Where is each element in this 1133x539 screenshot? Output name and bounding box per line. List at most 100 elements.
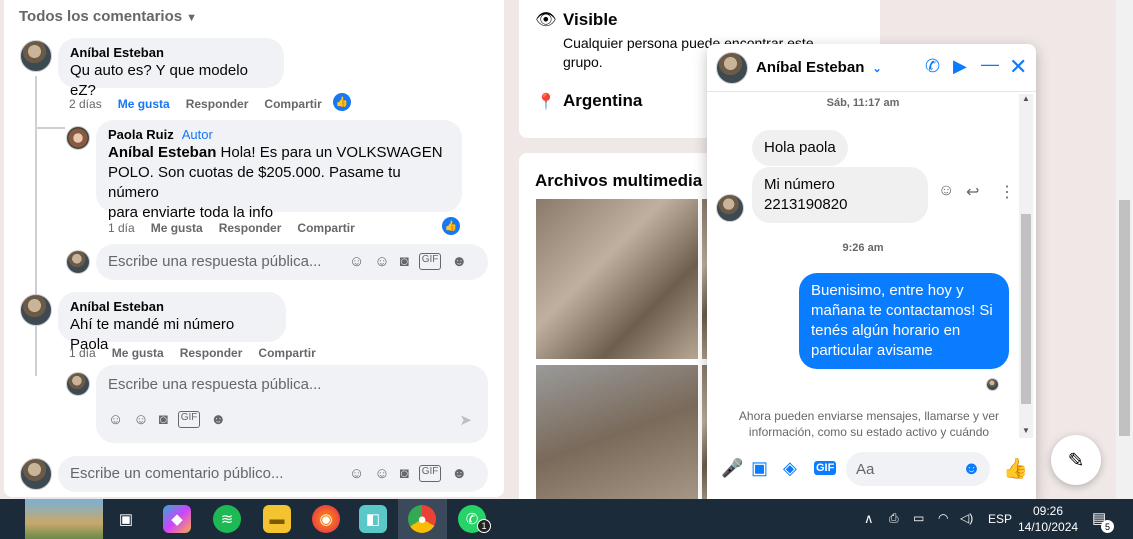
phone-call-icon[interactable]: ✆ — [925, 56, 940, 77]
avatar-sticker-icon[interactable]: ☺ — [349, 465, 364, 482]
sticker-icon[interactable]: ◈ — [783, 458, 797, 479]
video-call-icon[interactable]: ▶ — [953, 56, 967, 77]
volume-icon[interactable]: ◁) — [960, 511, 973, 525]
task-view-icon[interactable]: ▣ — [112, 505, 140, 533]
chrome-icon[interactable]: ● — [408, 505, 436, 533]
chevron-down-icon: ⌄ — [872, 63, 882, 75]
comment-author[interactable]: Paola Ruiz — [108, 127, 174, 142]
minimize-icon[interactable]: — — [981, 54, 999, 75]
wifi-icon[interactable]: ◠ — [938, 511, 948, 525]
scrollbar-thumb[interactable] — [1021, 214, 1031, 404]
eye-icon: 👁 — [535, 10, 557, 29]
emoji-icon[interactable]: ☺ — [374, 465, 389, 482]
reply-placeholder: Escribe una respuesta pública... — [108, 253, 322, 270]
reply-button[interactable]: Responder — [180, 346, 243, 360]
share-button[interactable]: Compartir — [264, 97, 321, 111]
notice-line: Ahora pueden enviarse mensajes, llamarse… — [738, 409, 1000, 423]
spotify-icon[interactable]: ≋ — [213, 505, 241, 533]
language-indicator[interactable]: ESP — [988, 512, 1012, 526]
incoming-message[interactable]: Hola paola — [752, 130, 848, 166]
message-line: Mi número — [764, 176, 835, 193]
comment-bubble: Paola Ruiz Autor Aníbal Esteban Hola! Es … — [96, 120, 462, 221]
camera-icon[interactable]: ◙ — [400, 253, 409, 270]
reply-button[interactable]: Responder — [219, 221, 282, 235]
page-scrollbar-thumb[interactable] — [1119, 200, 1130, 436]
message-input[interactable]: Aa ☻ — [846, 452, 990, 486]
avatar[interactable] — [20, 40, 52, 72]
comment-author[interactable]: Aníbal Esteban — [70, 299, 274, 315]
like-button[interactable]: Me gusta — [118, 97, 170, 111]
like-reaction-icon[interactable]: 👍 — [442, 217, 460, 235]
share-button[interactable]: Compartir — [258, 346, 315, 360]
comment-time[interactable]: 1 día — [69, 346, 96, 360]
avatar[interactable] — [66, 126, 90, 150]
reply-input[interactable]: Escribe una respuesta pública... ☺ ☺ ◙ G… — [96, 244, 488, 280]
sticker-icon[interactable]: ☻ — [210, 411, 226, 428]
visibility-title: Visible — [563, 10, 618, 29]
send-icon[interactable]: ➤ — [459, 411, 472, 429]
firefox-icon[interactable]: ◉ — [312, 505, 340, 533]
camera-icon[interactable]: ◙ — [159, 411, 168, 428]
file-explorer-icon[interactable]: ▬ — [263, 505, 291, 533]
meet-now-icon[interactable]: ⎙ — [889, 511, 899, 526]
media-title[interactable]: Archivos multimedia re — [535, 171, 723, 191]
sticker-icon[interactable]: ☻ — [451, 465, 467, 482]
emoji-icon[interactable]: ☺ — [374, 253, 389, 270]
read-receipt-avatar — [986, 378, 999, 391]
gif-icon[interactable]: GIF — [177, 411, 201, 428]
copilot-icon[interactable]: ◆ — [163, 505, 191, 533]
share-button[interactable]: Compartir — [297, 221, 354, 235]
comment-input[interactable]: Escribe un comentario público... ☺ ☺ ◙ G… — [58, 456, 488, 492]
avatar[interactable] — [716, 194, 744, 222]
incoming-message[interactable]: Mi número 2213190820 — [752, 167, 928, 223]
gif-icon[interactable]: GIF — [814, 461, 837, 475]
reply-button[interactable]: Responder — [186, 97, 249, 111]
camera-icon[interactable]: ◙ — [400, 465, 409, 482]
new-message-button[interactable]: ✎ — [1051, 435, 1101, 485]
comment-text: POLO. Son cuotas de $205.000. Pasame tu … — [108, 164, 401, 201]
show-hidden-icons-chevron[interactable]: ∧ — [864, 511, 874, 527]
thumbs-up-icon[interactable]: 👍 — [1003, 456, 1028, 481]
reply-input[interactable]: Escribe una respuesta pública... ☺ ☺ ◙ G… — [96, 365, 488, 443]
more-options-icon[interactable]: ⋮ — [999, 182, 1015, 202]
comment-placeholder: Escribe un comentario público... — [70, 465, 284, 482]
outgoing-message[interactable]: Buenisimo, entre hoy y mañana te contact… — [799, 273, 1009, 369]
avatar-sticker-icon[interactable]: ☺ — [349, 253, 364, 270]
chat-header: Aníbal Esteban ⌄ ✆ ▶ — ✕ — [707, 44, 1036, 92]
all-comments-filter[interactable]: Todos los comentarios ▼ — [19, 8, 197, 25]
notes-app-icon[interactable]: ◧ — [359, 505, 387, 533]
chat-scrollbar[interactable]: ▲ ▼ — [1019, 94, 1033, 438]
like-button[interactable]: Me gusta — [112, 346, 164, 360]
avatar[interactable] — [20, 294, 52, 326]
comment-time[interactable]: 2 días — [69, 97, 102, 111]
microphone-icon[interactable]: 🎤 — [721, 458, 743, 479]
like-reaction-icon[interactable]: 👍 — [333, 93, 351, 111]
message-placeholder: Aa — [856, 461, 875, 478]
notification-count-badge: 5 — [1101, 520, 1114, 533]
scroll-up-icon[interactable]: ▲ — [1022, 94, 1030, 103]
avatar-sticker-icon[interactable]: ☺ — [108, 411, 123, 428]
clock[interactable]: 09:26 14/10/2024 — [1018, 503, 1078, 535]
battery-icon[interactable]: ▭ — [913, 511, 924, 525]
scroll-down-icon[interactable]: ▼ — [1022, 426, 1030, 435]
mention-link[interactable]: Aníbal Esteban — [108, 144, 216, 161]
media-thumbnail[interactable] — [536, 199, 698, 359]
emoji-icon[interactable]: ☺ — [133, 411, 148, 428]
gif-icon[interactable]: GIF — [418, 253, 442, 270]
reply-icon[interactable]: ↩ — [966, 182, 979, 202]
emoji-icon[interactable]: ☻ — [962, 458, 981, 479]
avatar[interactable] — [716, 52, 748, 84]
react-icon[interactable]: ☺ — [938, 182, 954, 200]
close-icon[interactable]: ✕ — [1009, 54, 1027, 80]
gif-icon[interactable]: GIF — [418, 465, 442, 482]
image-icon[interactable]: ▣ — [751, 458, 768, 479]
chat-contact-name[interactable]: Aníbal Esteban ⌄ — [756, 59, 882, 76]
page-scrollbar[interactable] — [1116, 0, 1133, 499]
sticker-icon[interactable]: ☻ — [451, 253, 467, 270]
media-thumbnail[interactable] — [536, 365, 698, 503]
comment-time[interactable]: 1 día — [108, 221, 135, 235]
start-widget-image[interactable] — [25, 499, 103, 539]
like-button[interactable]: Me gusta — [151, 221, 203, 235]
comment-author[interactable]: Aníbal Esteban — [70, 45, 272, 61]
comment-text: para enviarte toda la info — [108, 204, 274, 221]
